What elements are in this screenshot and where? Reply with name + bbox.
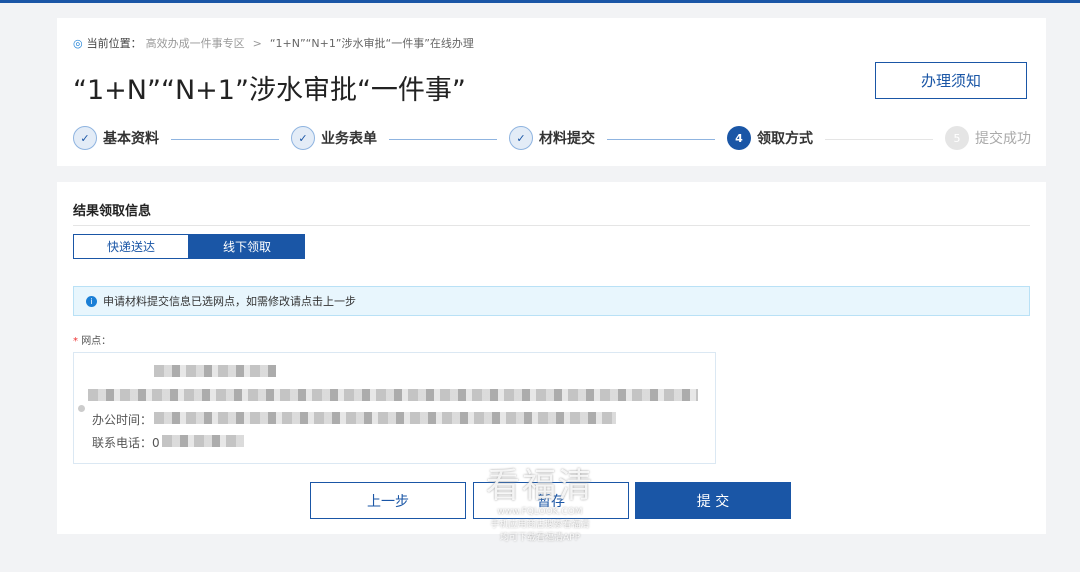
step-connector [389, 139, 497, 140]
redacted-name [154, 365, 276, 377]
save-draft-button[interactable]: 暂存 [473, 482, 629, 519]
info-icon: i [86, 295, 97, 307]
breadcrumb: ◎ 当前位置： 高效办成一件事专区 > “1+N”“N+1”涉水审批“一件事”在… [73, 35, 474, 51]
step-progress: ✓ 基本资料 ✓ 业务表单 ✓ 材料提交 4 领取方式 5 提交成功 [73, 126, 1033, 152]
step-2: ✓ 业务表单 [291, 126, 377, 150]
page-title: “1+N”“N+1”涉水审批“一件事” [73, 75, 466, 106]
step-1: ✓ 基本资料 [73, 126, 159, 150]
step-4: 4 领取方式 [727, 126, 813, 150]
step-number: 4 [727, 126, 751, 150]
redacted-address [88, 389, 698, 401]
step-connector [607, 139, 715, 140]
step-label: 提交成功 [975, 131, 1031, 147]
info-alert: i 申请材料提交信息已选网点，如需修改请点击上一步 [73, 286, 1030, 316]
step-label: 材料提交 [539, 131, 595, 147]
check-icon: ✓ [509, 126, 533, 150]
tab-offline[interactable]: 线下领取 [189, 234, 305, 259]
info-text: 申请材料提交信息已选网点，如需修改请点击上一步 [103, 295, 356, 308]
step-connector [825, 139, 933, 140]
step-number: 5 [945, 126, 969, 150]
redacted-hours [154, 412, 616, 424]
step-3: ✓ 材料提交 [509, 126, 595, 150]
section-title: 结果领取信息 [73, 204, 152, 219]
divider [73, 225, 1030, 226]
breadcrumb-label: 当前位置： [86, 37, 142, 50]
step-label: 业务表单 [321, 131, 377, 147]
breadcrumb-separator: > [252, 36, 262, 50]
outlet-option[interactable]: 办公时间： 联系电话：0 [73, 352, 716, 464]
check-icon: ✓ [291, 126, 315, 150]
submit-button[interactable]: 提 交 [635, 482, 791, 519]
tab-express[interactable]: 快递送达 [73, 234, 189, 259]
header-card: ◎ 当前位置： 高效办成一件事专区 > “1+N”“N+1”涉水审批“一件事”在… [57, 18, 1046, 166]
top-bar [0, 0, 1080, 3]
location-icon: ◎ [73, 36, 83, 50]
step-label: 领取方式 [757, 131, 813, 147]
office-hours: 办公时间： [92, 413, 153, 427]
delivery-tabs: 快递送达 线下领取 [73, 234, 305, 259]
check-icon: ✓ [73, 126, 97, 150]
field-label: * 网点： [73, 336, 112, 347]
prev-step-button[interactable]: 上一步 [310, 482, 466, 519]
redacted-phone [162, 435, 244, 447]
breadcrumb-link[interactable]: 高效办成一件事专区 [146, 35, 245, 51]
breadcrumb-current: “1+N”“N+1”涉水审批“一件事”在线办理 [269, 37, 474, 50]
pickup-card: 结果领取信息 快递送达 线下领取 i 申请材料提交信息已选网点，如需修改请点击上一… [57, 182, 1046, 534]
step-label: 基本资料 [103, 131, 159, 147]
step-connector [171, 139, 279, 140]
phone: 联系电话：0 [92, 436, 160, 450]
notice-button[interactable]: 办理须知 [875, 62, 1027, 99]
step-5: 5 提交成功 [945, 126, 1031, 150]
radio-button[interactable] [78, 405, 85, 412]
